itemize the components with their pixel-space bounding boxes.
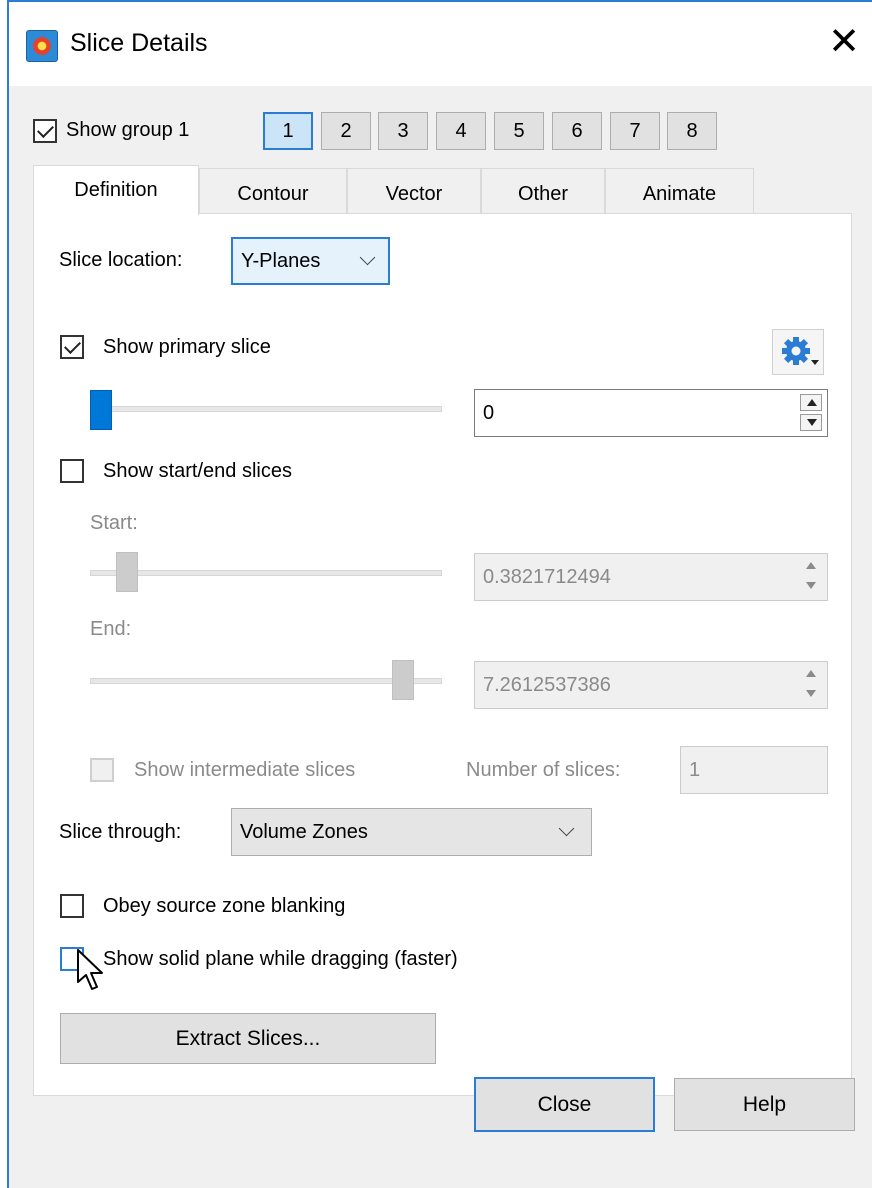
show-primary-slice-label: Show primary slice xyxy=(103,336,271,358)
number-of-slices-field: 1 xyxy=(680,746,828,794)
primary-slider-track[interactable] xyxy=(90,406,442,412)
show-start-end-checkbox[interactable] xyxy=(60,459,84,483)
tab-animate[interactable]: Animate xyxy=(605,168,754,214)
slice-through-dropdown[interactable]: Volume Zones xyxy=(231,808,592,856)
show-primary-slice-checkbox[interactable] xyxy=(60,335,84,359)
chevron-down-icon xyxy=(359,249,376,266)
slice-location-dropdown[interactable]: Y-Planes xyxy=(231,237,390,285)
number-of-slices-label: Number of slices: xyxy=(466,759,621,781)
spin-up-icon xyxy=(800,558,822,575)
tab-definition[interactable]: Definition xyxy=(33,165,199,215)
start-slider-track xyxy=(90,570,442,576)
group-button-8[interactable]: 8 xyxy=(667,112,717,150)
obey-blanking-checkbox[interactable] xyxy=(60,894,84,918)
end-slider-thumb xyxy=(391,660,414,700)
tab-vector[interactable]: Vector xyxy=(347,168,481,214)
show-group-checkbox[interactable] xyxy=(33,119,57,143)
settings-gear-button[interactable] xyxy=(772,329,824,375)
show-intermediate-label: Show intermediate slices xyxy=(134,759,356,781)
number-of-slices-value: 1 xyxy=(689,759,701,781)
spin-down-icon xyxy=(800,686,822,703)
group-button-1[interactable]: 1 xyxy=(263,112,313,150)
close-icon[interactable]: ✕ xyxy=(822,20,866,64)
obey-blanking-label: Obey source zone blanking xyxy=(103,895,346,917)
end-value-text: 7.2612537386 xyxy=(483,674,611,696)
spin-up-icon xyxy=(800,666,822,683)
end-label: End: xyxy=(90,618,132,640)
close-button[interactable]: Close xyxy=(474,1077,655,1132)
group-button-5[interactable]: 5 xyxy=(494,112,544,150)
show-group-label: Show group 1 xyxy=(66,119,190,141)
chevron-down-icon xyxy=(558,820,575,837)
start-slider-thumb xyxy=(116,552,139,592)
slice-through-value: Volume Zones xyxy=(240,821,368,843)
tab-contour[interactable]: Contour xyxy=(199,168,347,214)
extract-slices-button[interactable]: Extract Slices... xyxy=(60,1013,436,1064)
spin-up-icon[interactable] xyxy=(800,394,822,411)
primary-slider-thumb[interactable] xyxy=(90,390,112,430)
start-value-text: 0.3821712494 xyxy=(483,566,611,588)
end-value-spinbox: 7.2612537386 xyxy=(474,661,828,709)
help-button[interactable]: Help xyxy=(674,1078,855,1131)
window-title: Slice Details xyxy=(70,29,208,57)
slice-through-label: Slice through: xyxy=(59,821,182,843)
tab-other[interactable]: Other xyxy=(481,168,605,214)
mouse-cursor-icon xyxy=(77,949,103,990)
primary-value-spinbox[interactable]: 0 xyxy=(474,389,828,437)
start-value-spinbox: 0.3821712494 xyxy=(474,553,828,601)
spin-down-icon[interactable] xyxy=(800,414,822,431)
show-solid-plane-label: Show solid plane while dragging (faster) xyxy=(103,948,458,970)
group-button-3[interactable]: 3 xyxy=(378,112,428,150)
show-start-end-label: Show start/end slices xyxy=(103,460,292,482)
group-button-2[interactable]: 2 xyxy=(321,112,371,150)
window-frame-edge xyxy=(0,0,9,1188)
group-button-6[interactable]: 6 xyxy=(552,112,602,150)
primary-value-text: 0 xyxy=(483,402,495,424)
slice-location-value: Y-Planes xyxy=(241,250,321,272)
show-intermediate-checkbox xyxy=(90,758,114,782)
end-slider-track xyxy=(90,678,442,684)
group-button-7[interactable]: 7 xyxy=(610,112,660,150)
gear-icon xyxy=(782,337,819,365)
start-label: Start: xyxy=(90,512,138,534)
group-button-4[interactable]: 4 xyxy=(436,112,486,150)
app-icon xyxy=(26,30,58,62)
spin-down-icon xyxy=(800,578,822,595)
slice-location-label: Slice location: xyxy=(59,249,183,271)
